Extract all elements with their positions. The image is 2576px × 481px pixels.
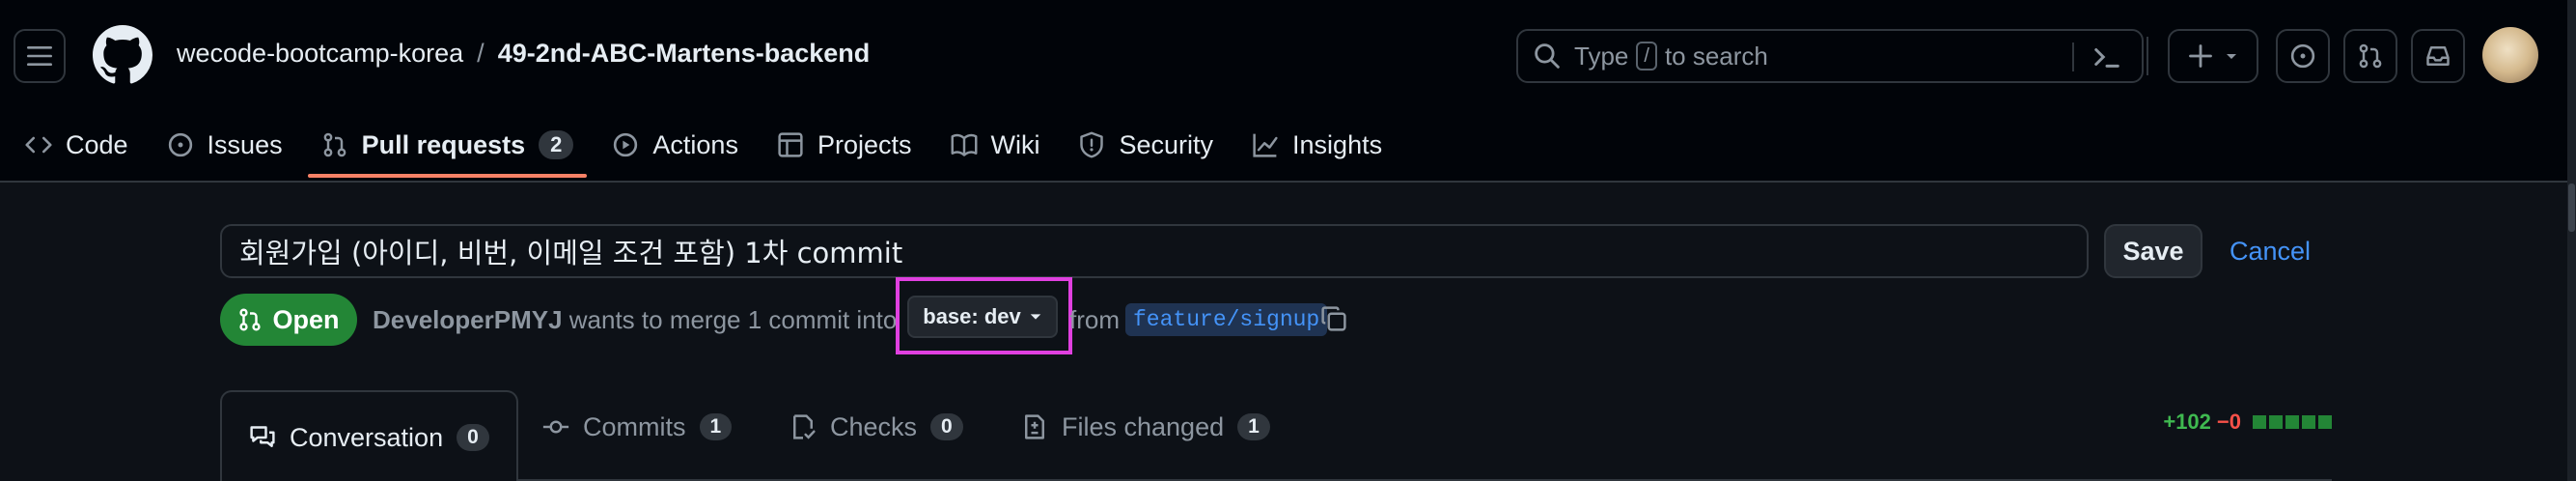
author-link[interactable]: DeveloperPMYJ (373, 305, 563, 334)
tab-insights-label: Insights (1292, 129, 1383, 159)
diffstat-block (2253, 415, 2266, 429)
copy-icon[interactable] (1320, 305, 1347, 332)
comment-discussion-icon (250, 426, 275, 447)
diffstat-blocks (2253, 415, 2332, 429)
hamburger-icon (27, 46, 52, 66)
diffstat-block (2302, 415, 2315, 429)
global-header: wecode-bootcamp-korea / 49-2nd-ABC-Marte… (0, 0, 2567, 183)
menu-button[interactable] (14, 29, 66, 83)
head-branch-link[interactable]: feature/signup (1125, 303, 1328, 336)
scrollbar[interactable] (2567, 0, 2576, 481)
from-text: from (1069, 305, 1120, 334)
diffstat-additions: +102 (2163, 410, 2211, 434)
files-changed-count: 1 (1237, 413, 1270, 440)
tab-issues-label: Issues (207, 129, 283, 159)
tab-conversation-label: Conversation (290, 422, 444, 452)
tab-pull-requests[interactable]: Pull requests 2 (307, 116, 588, 178)
conversation-count: 0 (457, 424, 489, 451)
base-branch-label: base: dev (923, 304, 1021, 328)
tab-projects[interactable]: Projects (763, 116, 926, 174)
diffstat-deletions: −0 (2216, 410, 2241, 434)
tab-pull-requests-label: Pull requests (361, 129, 526, 159)
inbox-icon (2426, 46, 2450, 66)
tab-commits-label: Commits (583, 411, 686, 441)
git-pull-request-icon (239, 308, 262, 331)
tab-wiki[interactable]: Wiki (937, 116, 1054, 174)
issue-opened-icon (2290, 43, 2315, 69)
pull-requests-count: 2 (539, 130, 574, 159)
pr-tabs: Conversation 0 Commits 1 Checks 0 Files … (220, 390, 2332, 481)
search-suffix: to search (1664, 41, 1768, 71)
diffstat-block (2269, 415, 2283, 429)
avatar[interactable] (2482, 27, 2538, 83)
diffstat-block (2285, 415, 2299, 429)
tab-issues[interactable]: Issues (153, 116, 296, 174)
pr-meta: DeveloperPMYJ wants to merge 1 commit in… (373, 305, 897, 335)
search-divider (2072, 42, 2074, 71)
base-branch-button[interactable]: base: dev (907, 296, 1058, 338)
tab-files-changed[interactable]: Files changed 1 (994, 390, 1297, 464)
triangle-down-icon (2227, 54, 2236, 59)
tab-wiki-label: Wiki (990, 129, 1040, 159)
tab-projects-label: Projects (817, 129, 912, 159)
tab-security[interactable]: Security (1065, 116, 1227, 174)
issue-opened-icon (168, 132, 192, 157)
file-diff-icon (1025, 414, 1044, 439)
status-badge: Open (220, 294, 357, 346)
tab-commits[interactable]: Commits 1 (515, 390, 759, 464)
breadcrumb: wecode-bootcamp-korea / 49-2nd-ABC-Marte… (177, 39, 870, 69)
play-icon (614, 132, 638, 157)
commits-count: 1 (699, 413, 733, 440)
save-button[interactable]: Save (2104, 224, 2202, 278)
pr-title-input[interactable]: 회원가입 (아이디, 비번, 이메일 조건 포함) 1차 commit (220, 224, 2089, 278)
tab-actions-label: Actions (652, 129, 738, 159)
shield-icon (1080, 131, 1104, 158)
git-commit-icon (542, 420, 569, 434)
search-input[interactable]: Type / to search (1516, 29, 2144, 83)
scrollbar-thumb[interactable] (2568, 184, 2575, 232)
pull-requests-button[interactable] (2343, 29, 2397, 83)
inbox-button[interactable] (2411, 29, 2465, 83)
tab-code[interactable]: Code (12, 116, 142, 174)
pr-title-value: 회원가입 (아이디, 비번, 이메일 조건 포함) 1차 commit (239, 237, 903, 269)
tab-checks-label: Checks (830, 411, 918, 441)
plus-icon (2189, 44, 2212, 68)
checks-count: 0 (930, 413, 963, 440)
header-divider (2147, 37, 2148, 75)
tab-security-label: Security (1119, 129, 1214, 159)
status-label: Open (272, 304, 340, 334)
tab-insights[interactable]: Insights (1238, 116, 1396, 174)
graph-icon (1253, 133, 1278, 157)
tab-actions[interactable]: Actions (598, 116, 752, 174)
tab-checks[interactable]: Checks 0 (762, 390, 990, 464)
tab-conversation[interactable]: Conversation 0 (220, 390, 518, 481)
book-icon (951, 133, 977, 156)
git-pull-request-icon (323, 132, 346, 157)
diffstat: +102 −0 (2163, 410, 2332, 435)
issues-button[interactable] (2276, 29, 2330, 83)
tab-files-changed-label: Files changed (1062, 411, 1225, 441)
command-palette-icon[interactable] (2091, 42, 2122, 71)
search-icon (1535, 43, 1560, 69)
tab-code-label: Code (66, 129, 128, 159)
github-logo-icon[interactable] (93, 25, 152, 85)
git-pull-request-icon (2359, 43, 2382, 69)
triangle-down-icon (1030, 314, 1040, 320)
search-prefix: Type (1574, 41, 1629, 71)
create-new-button[interactable] (2168, 29, 2258, 83)
breadcrumb-separator: / (477, 39, 485, 68)
diffstat-block (2318, 415, 2332, 429)
cancel-button[interactable]: Cancel (2230, 237, 2311, 267)
code-icon (25, 136, 52, 154)
search-shortcut-key: / (1636, 42, 1657, 71)
repo-name-link[interactable]: 49-2nd-ABC-Martens-backend (498, 39, 871, 69)
repo-nav: Code Issues Pull requests 2 Actions Proj… (0, 116, 1407, 180)
checklist-icon (793, 414, 816, 439)
table-icon (778, 132, 803, 157)
repo-owner-link[interactable]: wecode-bootcamp-korea (177, 39, 463, 69)
merge-text: wants to merge 1 commit into (568, 305, 898, 334)
